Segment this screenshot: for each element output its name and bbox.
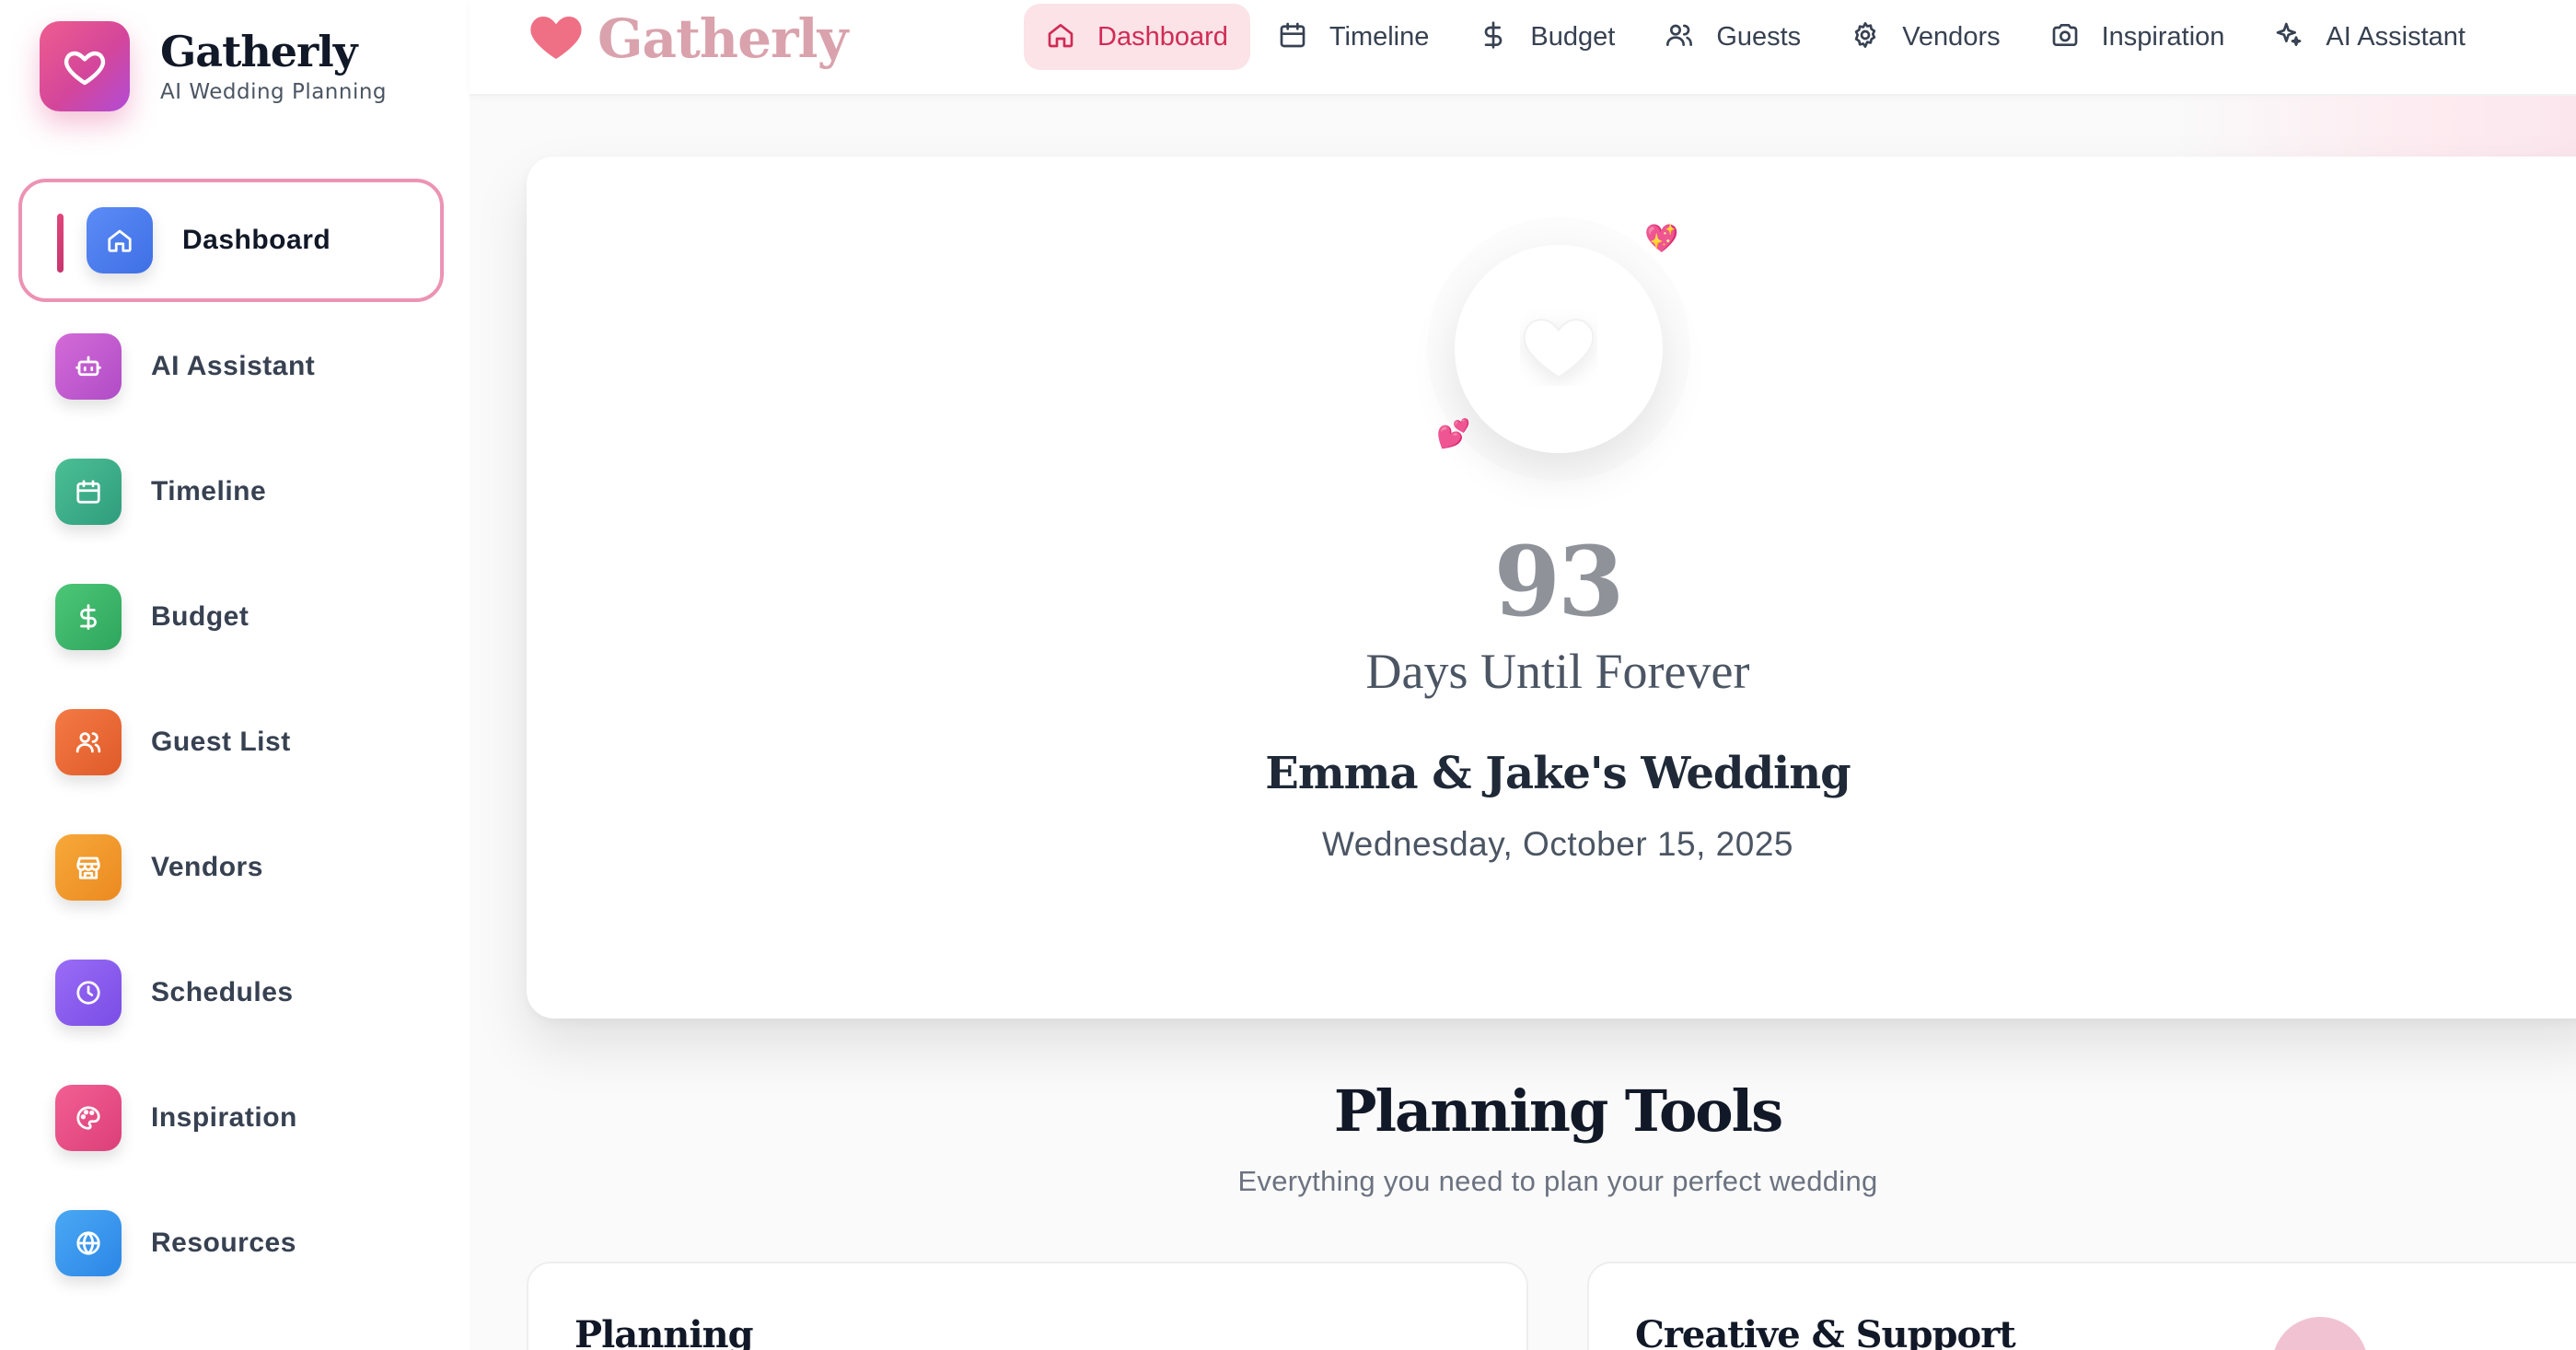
top-nav-inspiration[interactable]: Inspiration <box>2028 4 2247 70</box>
couple-title: Emma & Jake's Wedding <box>1265 748 1851 799</box>
tool-card-creative-support[interactable]: Creative & Support <box>1587 1262 2576 1350</box>
countdown-number-row: 93 <box>527 534 2576 630</box>
brand-name: Gatherly <box>160 26 358 76</box>
tool-card-planning[interactable]: Planning <box>527 1262 1528 1350</box>
sidebar-item-schedules[interactable]: Schedules <box>18 930 444 1055</box>
sidebar-item-dashboard[interactable]: Dashboard <box>18 179 444 302</box>
brand-tagline: AI Wedding Planning <box>160 80 388 105</box>
sidebar-item-label: Vendors <box>151 852 263 882</box>
sidebar-item-guest-list[interactable]: Guest List <box>18 680 444 805</box>
globe-icon <box>55 1210 122 1276</box>
top-nav-label: Guests <box>1716 21 1802 52</box>
dollar-icon <box>55 584 122 650</box>
top-nav-label: Budget <box>1530 21 1616 52</box>
brand[interactable]: Gatherly AI Wedding Planning <box>40 21 387 111</box>
sidebar-item-ai-assistant[interactable]: AI Assistant <box>18 304 444 429</box>
section-title: Planning Tools <box>1333 1077 1783 1145</box>
active-indicator <box>57 214 64 273</box>
bot-icon <box>55 333 122 400</box>
sidebar-item-timeline[interactable]: Timeline <box>18 429 444 554</box>
top-nav-ai-assistant[interactable]: AI Assistant <box>2252 4 2488 70</box>
sparkling-heart-emoji: 💖 <box>1644 224 1679 254</box>
top-nav-dashboard[interactable]: Dashboard <box>1024 4 1250 70</box>
top-nav-timeline[interactable]: Timeline <box>1256 4 1452 70</box>
heart-icon <box>528 8 585 70</box>
sidebar-item-label: Timeline <box>151 476 267 506</box>
home-icon <box>87 207 153 273</box>
sidebar-item-resources[interactable]: Resources <box>18 1181 444 1306</box>
sidebar-item-label: Dashboard <box>182 225 331 255</box>
camera-icon <box>2050 20 2080 54</box>
gear-icon <box>1851 20 1880 54</box>
top-brand[interactable]: Gatherly <box>528 7 848 70</box>
countdown-label: Days Until Forever <box>1365 644 1750 699</box>
clock-icon <box>55 960 122 1026</box>
decorative-bubble <box>2272 1317 2368 1350</box>
two-hearts-emoji: 💕 <box>1436 419 1471 449</box>
tool-card-title: Creative & Support <box>1635 1313 2016 1350</box>
top-nav-label: Inspiration <box>2101 21 2225 52</box>
sidebar-item-budget[interactable]: Budget <box>18 554 444 680</box>
sidebar: Gatherly AI Wedding Planning Dashboard A… <box>0 0 470 1350</box>
heart-icon <box>40 21 130 111</box>
sidebar-item-label: Schedules <box>151 977 294 1007</box>
sparkles-icon <box>2274 20 2303 54</box>
countdown-days: 93 <box>1493 525 1625 638</box>
dollar-icon <box>1479 20 1508 54</box>
sidebar-item-label: Guest List <box>151 727 291 757</box>
store-icon <box>55 834 122 901</box>
sidebar-item-label: Inspiration <box>151 1102 297 1133</box>
sidebar-item-inspiration[interactable]: Inspiration <box>18 1055 444 1181</box>
home-icon <box>1046 20 1075 54</box>
palette-icon <box>55 1085 122 1151</box>
tool-card-title: Planning <box>574 1313 754 1350</box>
sidebar-nav: Dashboard AI Assistant Timeline Budget G <box>18 179 444 1306</box>
top-brand-name: Gatherly <box>598 7 848 70</box>
sidebar-item-label: Budget <box>151 601 249 632</box>
top-nav-budget[interactable]: Budget <box>1456 4 1637 70</box>
top-nav-label: Timeline <box>1329 21 1430 52</box>
decorative-glow <box>2173 96 2576 157</box>
calendar-icon <box>1278 20 1307 54</box>
top-nav-label: AI Assistant <box>2326 21 2466 52</box>
users-icon <box>1665 20 1694 54</box>
calendar-icon <box>55 459 122 525</box>
sidebar-item-vendors[interactable]: Vendors <box>18 805 444 930</box>
top-nav-guests[interactable]: Guests <box>1642 4 1823 70</box>
top-nav-vendors[interactable]: Vendors <box>1828 4 2022 70</box>
sidebar-item-label: AI Assistant <box>151 351 316 381</box>
top-bar: Gatherly Dashboard Timeline Budget Guest… <box>470 0 2576 96</box>
users-icon <box>55 709 122 775</box>
top-nav-label: Vendors <box>1902 21 2001 52</box>
sidebar-item-label: Resources <box>151 1228 296 1258</box>
top-nav-label: Dashboard <box>1097 21 1228 52</box>
wedding-date: Wednesday, October 15, 2025 <box>1322 825 1793 863</box>
section-subtitle: Everything you need to plan your perfect… <box>1237 1165 1878 1197</box>
heart-icon <box>1520 308 1597 390</box>
countdown-heart-badge <box>1455 245 1663 453</box>
top-nav: Dashboard Timeline Budget Guests Vendors <box>1024 4 2493 70</box>
